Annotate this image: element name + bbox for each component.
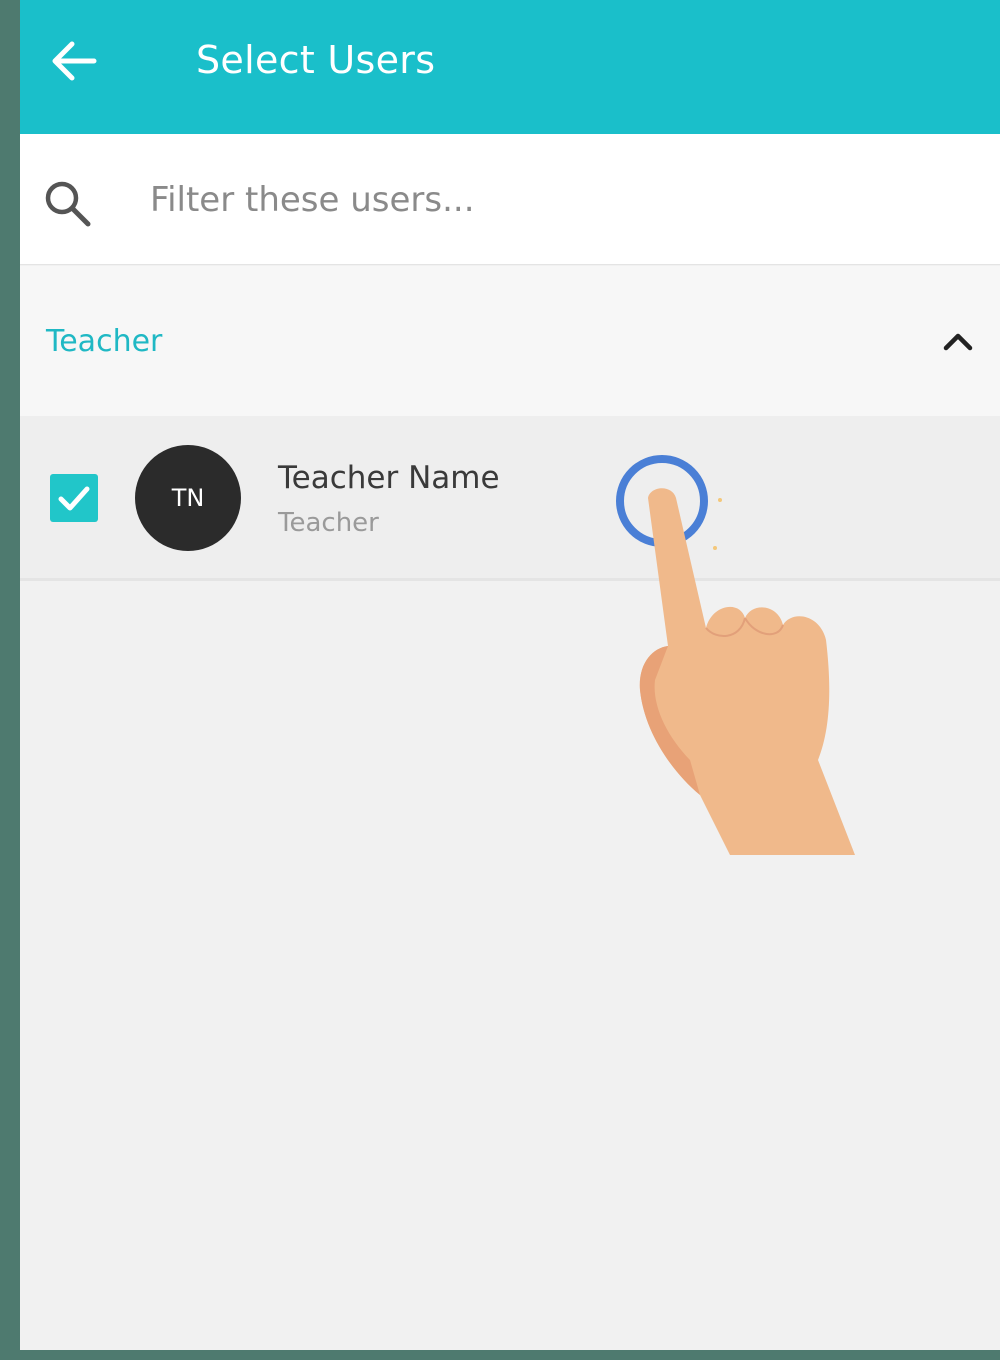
back-button[interactable] (46, 36, 102, 86)
avatar-initials: TN (171, 484, 205, 512)
user-name: Teacher Name (278, 460, 500, 496)
group-header-teacher[interactable]: Teacher (20, 266, 1000, 416)
chevron-up-icon[interactable] (940, 328, 976, 356)
arrow-left-icon (52, 41, 97, 81)
checkmark-icon (58, 486, 90, 511)
search-bar (20, 134, 1000, 265)
empty-list-area (20, 581, 1000, 1350)
search-icon (45, 181, 91, 227)
select-users-screen: Select Users Teacher TN Teacher Name Tea… (20, 0, 1000, 1350)
search-input[interactable] (150, 172, 950, 228)
avatar: TN (135, 445, 241, 551)
user-list-item[interactable]: TN Teacher Name Teacher (20, 416, 1000, 581)
user-select-checkbox[interactable] (50, 474, 98, 522)
app-bar: Select Users (20, 0, 1000, 134)
user-role: Teacher (278, 508, 379, 538)
page-title: Select Users (196, 38, 436, 82)
group-label: Teacher (46, 324, 163, 359)
